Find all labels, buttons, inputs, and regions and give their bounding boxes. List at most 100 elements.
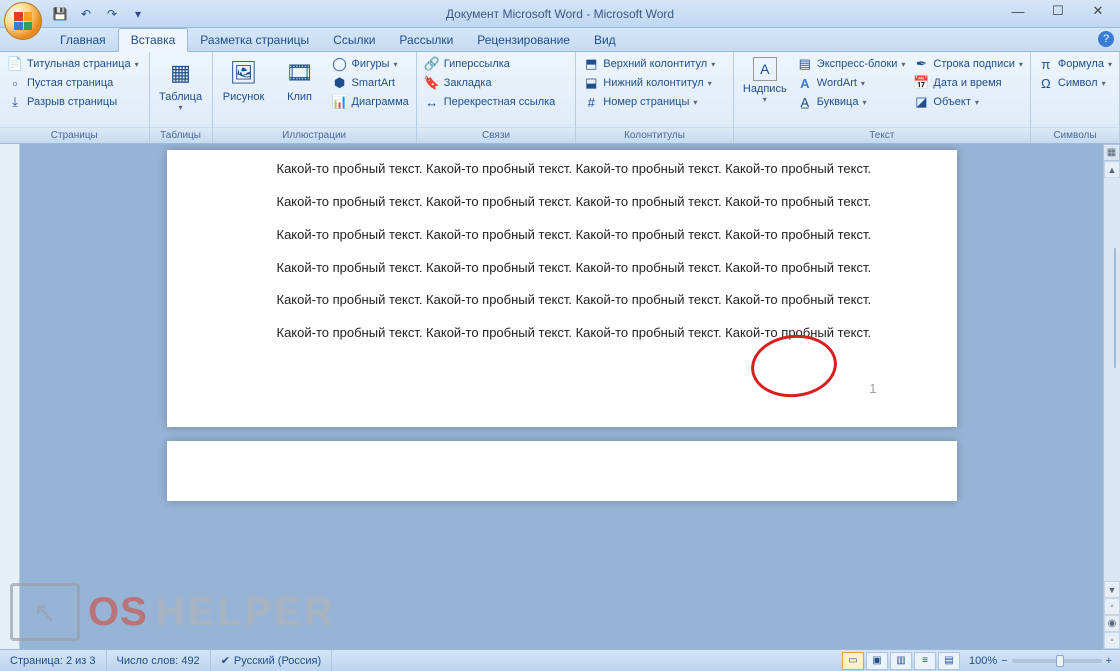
picture-button[interactable]: 🖼Рисунок xyxy=(217,55,271,105)
print-layout-view-button[interactable]: ▭ xyxy=(842,652,864,670)
group-header-footer: ⬒Верхний колонтитул ⬓Нижний колонтитул #… xyxy=(576,52,734,143)
word-count[interactable]: Число слов: 492 xyxy=(107,650,211,671)
tab-view[interactable]: Вид xyxy=(582,29,628,51)
quickparts-icon: ▤ xyxy=(797,56,813,72)
qat-customize-icon[interactable]: ▾ xyxy=(128,4,148,24)
page-number-footer: 1 xyxy=(869,380,876,399)
textbox-icon: A xyxy=(753,57,777,81)
zoom-slider-thumb[interactable] xyxy=(1056,655,1064,667)
cover-page-button[interactable]: 📄Титульная страница xyxy=(4,55,142,73)
symbol-button[interactable]: ΩСимвол xyxy=(1035,74,1115,92)
symbol-icon: Ω xyxy=(1038,75,1054,91)
group-label-text: Текст xyxy=(734,127,1030,143)
ruler-toggle-button[interactable]: ▦ xyxy=(1103,144,1120,161)
chart-button[interactable]: 📊Диаграмма xyxy=(329,93,412,111)
tab-mailings[interactable]: Рассылки xyxy=(387,29,465,51)
smartart-button[interactable]: ⬢SmartArt xyxy=(329,74,412,92)
hyperlink-icon: 🔗 xyxy=(424,56,440,72)
bookmark-button[interactable]: 🔖Закладка xyxy=(421,74,559,92)
maximize-button[interactable]: ☐ xyxy=(1038,0,1078,22)
paragraph[interactable]: Какой-то пробный текст. Какой-то пробный… xyxy=(277,291,897,310)
ribbon-tabs: Главная Вставка Разметка страницы Ссылки… xyxy=(0,28,1120,52)
zoom-slider[interactable] xyxy=(1012,659,1102,663)
header-button[interactable]: ⬒Верхний колонтитул xyxy=(580,55,718,73)
page-1[interactable]: Какой-то пробный текст. Какой-то пробный… xyxy=(167,150,957,427)
tab-insert[interactable]: Вставка xyxy=(118,28,189,52)
table-button[interactable]: ▦Таблица xyxy=(154,55,208,114)
draft-view-button[interactable]: ▤ xyxy=(938,652,960,670)
crossref-button[interactable]: ↔Перекрестная ссылка xyxy=(421,93,559,111)
office-button[interactable] xyxy=(4,2,42,40)
undo-icon[interactable]: ↶ xyxy=(76,4,96,24)
tab-review[interactable]: Рецензирование xyxy=(465,29,582,51)
quickparts-button[interactable]: ▤Экспресс-блоки xyxy=(794,55,909,73)
browse-object-button[interactable]: ◉ xyxy=(1104,615,1120,632)
tab-home[interactable]: Главная xyxy=(48,29,118,51)
group-label-header-footer: Колонтитулы xyxy=(576,127,733,143)
bookmark-icon: 🔖 xyxy=(424,75,440,91)
paragraph[interactable]: Какой-то пробный текст. Какой-то пробный… xyxy=(277,324,897,343)
scroll-thumb[interactable] xyxy=(1114,248,1116,368)
vertical-scrollbar[interactable]: ▲ ▼ ◦ ◉ ◦ xyxy=(1103,161,1120,649)
window-title: Документ Microsoft Word - Microsoft Word xyxy=(446,7,674,21)
web-layout-view-button[interactable]: ▥ xyxy=(890,652,912,670)
help-icon[interactable]: ? xyxy=(1098,31,1114,47)
group-illustrations: 🖼Рисунок 🎞Клип ◯Фигуры ⬢SmartArt 📊Диагра… xyxy=(213,52,417,143)
redo-icon[interactable]: ↷ xyxy=(102,4,122,24)
prev-page-button[interactable]: ◦ xyxy=(1104,598,1120,615)
paragraph[interactable]: Какой-то пробный текст. Какой-то пробный… xyxy=(277,160,897,179)
clipart-button[interactable]: 🎞Клип xyxy=(273,55,327,105)
group-label-pages: Страницы xyxy=(0,127,149,143)
picture-icon: 🖼 xyxy=(228,57,260,89)
page-break-button[interactable]: ⤓Разрыв страницы xyxy=(4,93,142,111)
close-button[interactable]: ✕ xyxy=(1078,0,1118,22)
language-indicator[interactable]: ✔Русский (Россия) xyxy=(211,650,333,671)
zoom-level[interactable]: 100% xyxy=(969,655,997,667)
scroll-up-button[interactable]: ▲ xyxy=(1104,161,1120,178)
page-break-icon: ⤓ xyxy=(7,94,23,110)
footer-button[interactable]: ⬓Нижний колонтитул xyxy=(580,74,718,92)
pagenum-icon: # xyxy=(583,94,599,110)
equation-button[interactable]: πФормула xyxy=(1035,55,1115,73)
equation-icon: π xyxy=(1038,56,1054,72)
save-icon[interactable]: 💾 xyxy=(50,4,70,24)
group-label-links: Связи xyxy=(417,127,576,143)
outline-view-button[interactable]: ≡ xyxy=(914,652,936,670)
textbox-button[interactable]: AНадпись xyxy=(738,55,792,106)
wordart-button[interactable]: AWordArt xyxy=(794,74,909,92)
wordart-icon: A xyxy=(797,75,813,91)
tab-references[interactable]: Ссылки xyxy=(321,29,387,51)
zoom-in-button[interactable]: + xyxy=(1106,655,1112,667)
dropcap-icon: A̲ xyxy=(797,94,813,110)
group-label-symbols: Символы xyxy=(1031,127,1119,143)
smartart-icon: ⬢ xyxy=(332,75,348,91)
signature-line-button[interactable]: ✒Строка подписи xyxy=(910,55,1025,73)
datetime-button[interactable]: 📅Дата и время xyxy=(910,74,1025,92)
page-2[interactable] xyxy=(167,441,957,501)
dropcap-button[interactable]: A̲Буквица xyxy=(794,93,909,111)
page-number-button[interactable]: #Номер страницы xyxy=(580,93,718,111)
paragraph[interactable]: Какой-то пробный текст. Какой-то пробный… xyxy=(277,226,897,245)
page-indicator[interactable]: Страница: 2 из 3 xyxy=(0,650,107,671)
shapes-icon: ◯ xyxy=(332,56,348,72)
next-page-button[interactable]: ◦ xyxy=(1104,632,1120,649)
minimize-button[interactable]: — xyxy=(998,0,1038,22)
shapes-button[interactable]: ◯Фигуры xyxy=(329,55,412,73)
hyperlink-button[interactable]: 🔗Гиперссылка xyxy=(421,55,559,73)
group-text: AНадпись ▤Экспресс-блоки AWordArt A̲Букв… xyxy=(734,52,1031,143)
paragraph[interactable]: Какой-то пробный текст. Какой-то пробный… xyxy=(277,259,897,278)
page-scroll-area[interactable]: Какой-то пробный текст. Какой-то пробный… xyxy=(20,144,1103,649)
header-icon: ⬒ xyxy=(583,56,599,72)
blank-page-button[interactable]: ▫Пустая страница xyxy=(4,74,142,92)
full-screen-view-button[interactable]: ▣ xyxy=(866,652,888,670)
vertical-ruler[interactable] xyxy=(0,144,20,649)
tab-page-layout[interactable]: Разметка страницы xyxy=(188,29,321,51)
group-symbols: πФормула ΩСимвол Символы xyxy=(1031,52,1120,143)
scroll-down-button[interactable]: ▼ xyxy=(1104,581,1120,598)
chart-icon: 📊 xyxy=(332,94,348,110)
zoom-out-button[interactable]: − xyxy=(1001,655,1007,667)
clip-icon: 🎞 xyxy=(284,57,316,89)
signature-icon: ✒ xyxy=(913,56,929,72)
object-button[interactable]: ◪Объект xyxy=(910,93,1025,111)
paragraph[interactable]: Какой-то пробный текст. Какой-то пробный… xyxy=(277,193,897,212)
